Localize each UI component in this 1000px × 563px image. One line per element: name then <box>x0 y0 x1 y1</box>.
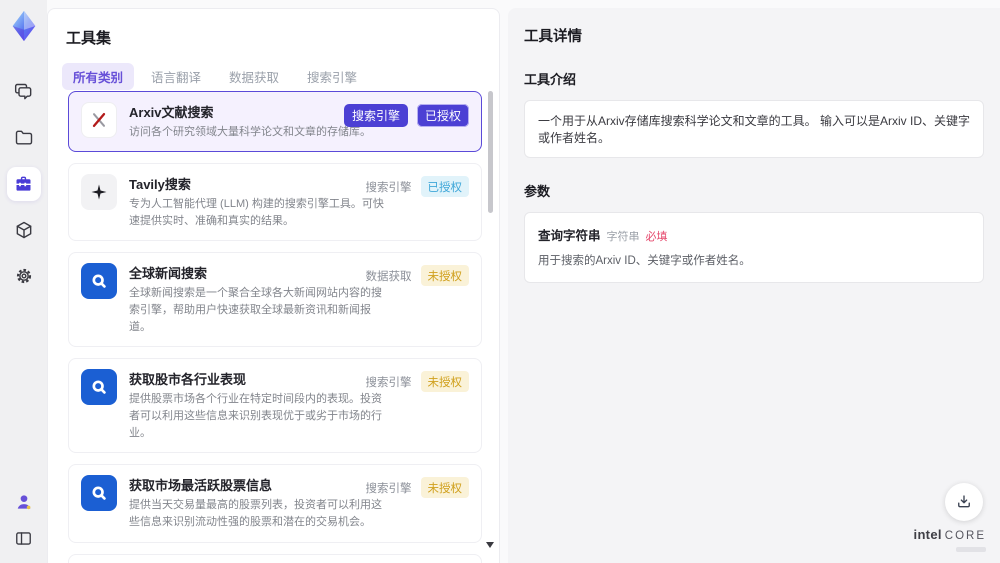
status-badge: 未授权 <box>420 477 469 499</box>
tool-card-active-stocks[interactable]: 获取市场最活跃股票信息 提供当天交易量最高的股票列表，投资者可以利用这些信息来识… <box>68 464 482 543</box>
tool-card-arxiv[interactable]: Arxiv文献搜索 访问各个研究领域大量科学论文和文章的存储库。 搜索引擎 已授… <box>68 91 482 153</box>
sidebar-item-tools[interactable] <box>6 167 41 201</box>
param-type: 字符串 <box>606 231 640 243</box>
category-badge: 搜索引擎 <box>343 104 408 127</box>
tool-card-sector-performance[interactable]: 获取股市各行业表现 提供股票市场各个行业在特定时间段内的表现。投资者可以利用这些… <box>68 358 482 454</box>
category-label: 搜索引擎 <box>365 181 412 194</box>
tool-description: 专为人工智能代理 (LLM) 构建的搜索引擎工具。可快速提供实时、准确和真实的结… <box>129 198 384 228</box>
intel-core-logo: intel core <box>914 526 986 552</box>
sidebar-item-settings[interactable] <box>13 265 35 287</box>
tool-name: 获取股市各行业表现 <box>129 372 247 388</box>
tab-data-fetch[interactable]: 数据获取 <box>218 63 290 90</box>
param-description: 用于搜索的Arxiv ID、关键字或作者姓名。 <box>538 255 751 267</box>
scrollbar-thumb[interactable] <box>488 91 493 213</box>
tool-detail-panel: 工具详情 工具介绍 一个用于从Arxiv存储库搜索科学论文和文章的工具。 输入可… <box>508 8 1000 563</box>
status-badge: 未授权 <box>420 265 469 287</box>
page-title: 工具集 <box>66 30 112 47</box>
scroll-down-arrow[interactable] <box>486 542 494 548</box>
gear-icon <box>16 268 31 284</box>
toolbox-icon <box>16 176 31 191</box>
panel-toggle-icon <box>16 531 31 545</box>
core-wordmark: core <box>944 530 986 542</box>
tab-language-translation[interactable]: 语言翻译 <box>140 63 212 90</box>
tool-name: 全球新闻搜索 <box>129 266 208 282</box>
rail-nav <box>6 81 41 287</box>
news-search-icon <box>81 263 117 300</box>
app-logo[interactable] <box>7 9 41 43</box>
arxiv-icon <box>81 102 117 138</box>
folder-icon <box>15 130 32 145</box>
detail-title: 工具详情 <box>524 29 582 45</box>
tavily-star-icon <box>81 174 117 211</box>
left-rail <box>0 0 47 563</box>
category-label: 数据获取 <box>365 270 412 283</box>
tool-card-global-news[interactable]: 全球新闻搜索 全球新闻搜索是一个聚合全球各大新闻网站内容的搜索引擎，帮助用户快速… <box>68 252 482 348</box>
tab-all-categories[interactable]: 所有类别 <box>62 63 135 90</box>
stock-search-icon <box>81 475 117 512</box>
params-heading: 参数 <box>524 184 551 199</box>
status-badge: 已授权 <box>416 104 469 127</box>
user-avatar-icon <box>17 495 30 510</box>
chat-icon <box>14 83 31 100</box>
sidebar-item-packages[interactable] <box>13 219 35 241</box>
sidebar-item-chat[interactable] <box>13 81 35 103</box>
status-badge: 已授权 <box>420 176 469 198</box>
status-badge: 未授权 <box>420 371 469 393</box>
param-name: 查询字符串 <box>538 229 601 243</box>
intro-heading: 工具介绍 <box>524 72 577 87</box>
download-icon <box>958 495 970 508</box>
category-label: 搜索引擎 <box>365 482 412 495</box>
tool-card-tavily[interactable]: Tavily搜索 专为人工智能代理 (LLM) 构建的搜索引擎工具。可快速提供实… <box>68 163 482 242</box>
intel-logo-subtext <box>956 547 986 552</box>
sidebar-item-collapse[interactable] <box>13 527 35 549</box>
param-required-badge: 必填 <box>645 231 668 243</box>
tool-intro-box: 一个用于从Arxiv存储库搜索科学论文和文章的工具。 输入可以是Arxiv ID… <box>524 100 984 158</box>
sidebar-item-files[interactable] <box>13 127 35 149</box>
category-tabs: 所有类别 语言翻译 数据获取 搜索引擎 <box>62 63 499 90</box>
tool-description: 提供股票市场各个行业在特定时间段内的表现。投资者可以利用这些信息来识别表现优于或… <box>129 393 382 440</box>
tab-search-engine[interactable]: 搜索引擎 <box>296 63 368 90</box>
tool-card-regional-news[interactable]: 万维地区新闻查询 查询具体行政区划内的新闻，快速了解各地新闻动 搜索引擎 未授权 <box>68 553 482 563</box>
category-label: 搜索引擎 <box>365 376 412 389</box>
tools-panel: 工具集 所有类别 语言翻译 数据获取 搜索引擎 Arxiv文献搜索 访问各个研究… <box>47 8 500 563</box>
rail-bottom <box>13 491 35 549</box>
download-button[interactable] <box>945 483 983 521</box>
tool-name: 获取市场最活跃股票信息 <box>129 478 273 494</box>
tool-description: 提供当天交易量最高的股票列表，投资者可以利用这些信息来识别流动性强的股票和潜在的… <box>129 499 382 529</box>
tool-list: Arxiv文献搜索 访问各个研究领域大量科学论文和文章的存储库。 搜索引擎 已授… <box>68 91 482 563</box>
intel-wordmark: intel <box>913 527 942 542</box>
parameter-box: 查询字符串 字符串 必填 用于搜索的Arxiv ID、关键字或作者姓名。 <box>524 212 984 283</box>
sidebar-item-account[interactable] <box>13 491 35 513</box>
tool-name: Tavily搜索 <box>129 177 191 193</box>
package-icon <box>16 221 31 239</box>
market-search-icon <box>81 369 117 406</box>
tool-description: 全球新闻搜索是一个聚合全球各大新闻网站内容的搜索引擎，帮助用户快速获取全球最新资… <box>129 287 382 334</box>
